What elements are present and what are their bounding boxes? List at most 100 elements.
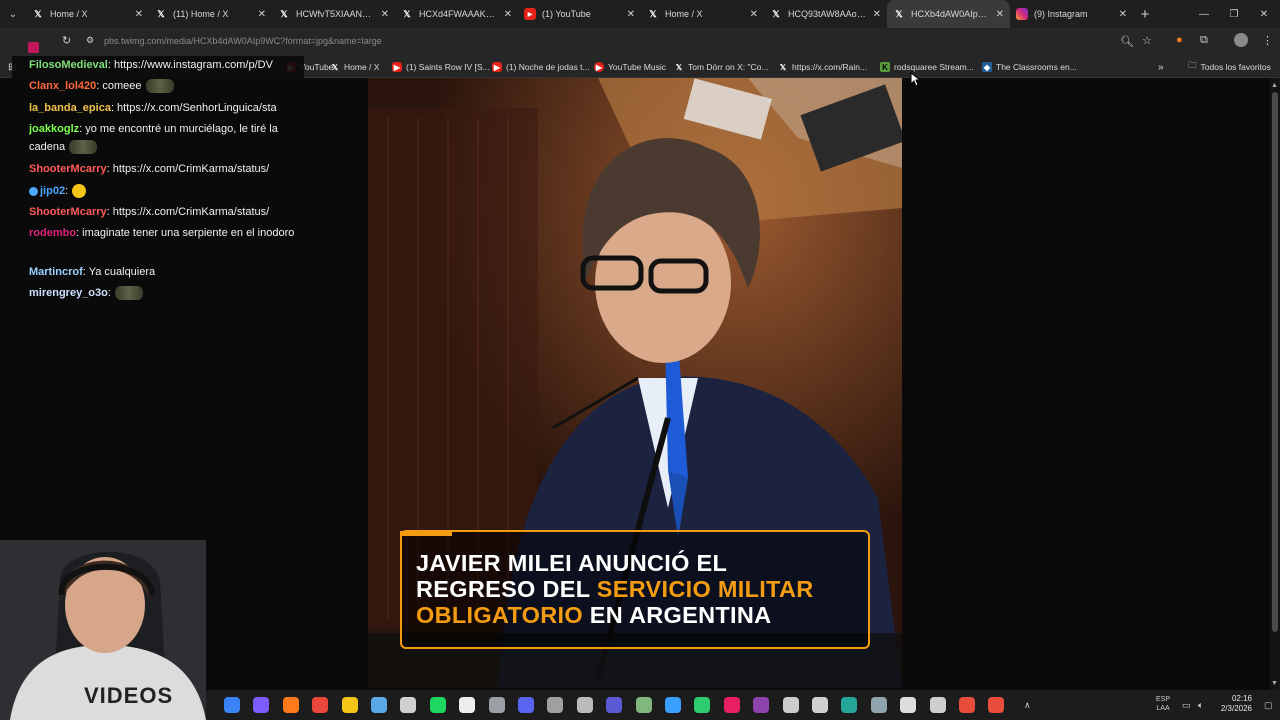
taskbar-app-icon[interactable] [900, 697, 917, 713]
taskbar-app-icon[interactable] [988, 697, 1005, 713]
taskbar-app-icon[interactable] [694, 697, 711, 713]
browser-tab[interactable]: 𝕏 HCXb4dAW0AIp9WC ✕ [887, 0, 1010, 28]
bookmark-item[interactable]: ◆ The Classrooms en... [982, 60, 1077, 74]
browser-tab[interactable]: (9) Instagram ✕ [1010, 0, 1133, 28]
x-logo-icon: 𝕏 [331, 62, 339, 72]
tab-close-icon[interactable]: ✕ [381, 9, 389, 20]
tab-search-chevron-icon[interactable]: ⌄ [0, 0, 26, 28]
new-tab-button[interactable]: + [1133, 6, 1157, 23]
tab-close-icon[interactable]: ✕ [627, 9, 635, 20]
taskbar-app-icon[interactable] [429, 697, 446, 713]
youtube-music-icon: ▶ [594, 62, 604, 72]
taskbar-app-icon[interactable] [753, 697, 770, 713]
browser-tab[interactable]: 𝕏 HCWfvT5XIAANo9D ✕ [272, 0, 395, 28]
taskbar-app-icon[interactable] [870, 697, 887, 713]
minimize-button[interactable]: — [1188, 0, 1220, 28]
chat-username[interactable]: mirengrey_o3o [29, 287, 108, 299]
taskbar-app-icon[interactable] [929, 697, 946, 713]
chat-username[interactable]: FilosoMedieval [29, 59, 108, 71]
url-field[interactable]: pbs.twimg.com/media/HCXb4dAW0AIp9WC?form… [104, 36, 382, 46]
browser-tab[interactable]: 𝕏 HCQ93tAW8AAoqBF ✕ [764, 0, 887, 28]
bookmark-item[interactable]: 𝕏https://x.com/Rain... [778, 60, 867, 74]
chat-username[interactable]: Martincrof [29, 266, 83, 278]
taskbar-app-icon[interactable] [488, 697, 505, 713]
maximize-button[interactable]: ❐ [1218, 0, 1250, 28]
taskbar-app-icon[interactable] [371, 697, 387, 713]
browser-tab[interactable]: 𝕏 Home / X ✕ [26, 0, 149, 28]
tab-close-icon[interactable]: ✕ [873, 9, 881, 20]
tab-close-icon[interactable]: ✕ [135, 9, 143, 20]
chat-app-icon [28, 42, 39, 53]
taskbar-app-icon[interactable] [282, 697, 299, 713]
site-info-icon[interactable]: ⚙ [86, 35, 94, 46]
browser-tab[interactable]: 𝕏 HCXd4FWAAAK-L2 ✕ [395, 0, 518, 28]
address-bar: ↻ ⚙ pbs.twimg.com/media/HCXb4dAW0AIp9WC?… [0, 28, 1280, 56]
taskbar-app-icon[interactable] [224, 697, 240, 713]
taskbar-app-icon[interactable] [547, 697, 564, 713]
bookmark-item[interactable]: ▶ (1) Noche de jodas t... [492, 60, 590, 74]
taskbar-app-icon[interactable] [518, 697, 534, 713]
system-clock[interactable]: 02:16 2/3/2026 [1196, 694, 1252, 714]
tab-close-icon[interactable]: ✕ [504, 9, 512, 20]
chat-text: : imaginate tener una serpiente en el in… [76, 227, 295, 239]
chat-username[interactable]: rodembo [29, 227, 76, 239]
extensions-puzzle-icon[interactable]: ⧉ [1200, 34, 1208, 47]
taskbar-app-icon[interactable] [723, 697, 740, 713]
taskbar-app-icon[interactable] [400, 697, 417, 713]
chat-username[interactable]: joakkoglz [29, 123, 79, 135]
tab-close-icon[interactable]: ✕ [258, 9, 266, 20]
taskbar-app-icon[interactable] [812, 697, 828, 713]
taskbar-app-icon[interactable] [576, 697, 593, 713]
tab-close-icon[interactable]: ✕ [750, 9, 758, 20]
language-indicator[interactable]: ESP LAA [1156, 695, 1170, 713]
taskbar-app-icon[interactable] [459, 697, 476, 713]
taskbar-app-icon[interactable] [606, 697, 623, 713]
bookmarks-overflow-icon[interactable]: » [1158, 60, 1164, 74]
scroll-up-arrow-icon[interactable]: ▲ [1271, 82, 1278, 89]
taskbar-app-icon[interactable] [841, 697, 858, 713]
scroll-down-arrow-icon[interactable]: ▼ [1271, 680, 1278, 687]
stream-chat-overlay: FilosoMedieval: https://www.instagram.co… [12, 42, 304, 320]
notifications-icon[interactable]: ▢ [1264, 700, 1273, 711]
streamer-webcam: VIDEOS [0, 540, 206, 720]
folder-icon: 🗀 [1188, 60, 1197, 70]
taskbar-app-icon[interactable] [665, 697, 681, 713]
browser-tab[interactable]: 𝕏 (11) Home / X ✕ [149, 0, 272, 28]
taskbar-app-icon[interactable] [253, 697, 270, 713]
taskbar-app-icon[interactable] [312, 697, 329, 713]
chat-username[interactable]: Clanx_lol420 [29, 80, 96, 92]
bookmark-star-icon[interactable]: ☆ [1142, 34, 1152, 47]
chat-username[interactable]: jip02 [40, 185, 65, 197]
taskbar-app-icon[interactable] [782, 697, 799, 713]
chat-username[interactable]: ShooterMcarry [29, 163, 107, 175]
network-icon[interactable]: ▭ [1182, 700, 1191, 711]
all-bookmarks-folder[interactable]: 🗀 Todos los favoritos [1188, 60, 1271, 74]
taskbar-app-icon[interactable] [341, 697, 358, 713]
bookmark-item[interactable]: 𝕏 Home / X [330, 60, 380, 74]
youtube-icon: ▶ [492, 62, 502, 72]
bookmark-item[interactable]: ▶ (1) Saints Row IV [S... [392, 60, 490, 74]
reload-icon[interactable]: ↻ [62, 34, 71, 47]
chat-emote-icon [114, 286, 143, 301]
chat-username[interactable]: ShooterMcarry [29, 206, 107, 218]
bookmark-item[interactable]: 𝕏 Tom Dörr on X: "Co... [674, 60, 769, 74]
tab-close-icon[interactable]: ✕ [1119, 9, 1127, 20]
x-logo-icon: 𝕏 [157, 8, 165, 19]
chat-message: Clanx_lol420: comeee [29, 77, 297, 95]
tray-overflow-icon[interactable]: ∧ [1024, 700, 1031, 711]
close-window-button[interactable]: ✕ [1248, 0, 1280, 28]
browser-tab[interactable]: 𝕏 Home / X ✕ [641, 0, 764, 28]
chat-text: : Ya cualquiera [82, 266, 156, 278]
taskbar-app-icon[interactable] [959, 697, 975, 713]
taskbar-app-icon[interactable] [635, 697, 652, 713]
extension-icon[interactable]: ● [1176, 34, 1183, 46]
profile-avatar[interactable] [1234, 33, 1248, 47]
bookmark-item[interactable]: Krodsquaree Stream... [880, 60, 974, 74]
menu-kebab-icon[interactable]: ⋮ [1262, 34, 1273, 47]
zoom-icon[interactable]: 🔍︎ [1120, 35, 1134, 48]
browser-tab[interactable]: ▶ (1) YouTube ✕ [518, 0, 641, 28]
chat-username[interactable]: la_banda_epica [29, 102, 111, 114]
page-scrollbar-thumb[interactable] [1272, 92, 1278, 632]
tab-close-icon[interactable]: ✕ [996, 9, 1004, 20]
bookmark-item[interactable]: ▶ YouTube Music [594, 60, 666, 74]
